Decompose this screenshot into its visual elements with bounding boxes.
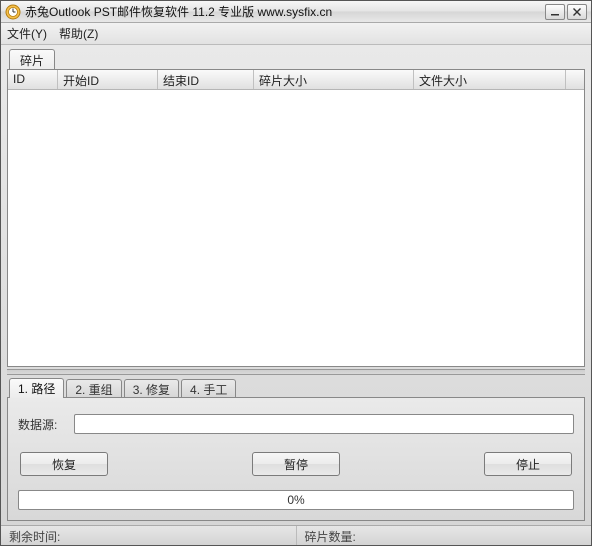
menu-bar: 文件(Y) 帮助(Z) xyxy=(1,23,591,45)
source-label: 数据源: xyxy=(18,416,68,433)
col-scroll-spacer xyxy=(566,70,584,89)
tab-path[interactable]: 1. 路径 xyxy=(9,378,64,398)
title-buttons xyxy=(545,4,587,20)
stop-button[interactable]: 停止 xyxy=(484,452,572,476)
fragments-panel: ID 开始ID 结束ID 碎片大小 文件大小 xyxy=(7,69,585,367)
source-input[interactable] xyxy=(74,414,574,434)
menu-file[interactable]: 文件(Y) xyxy=(7,25,47,42)
status-bar: 剩余时间: 碎片数量: xyxy=(1,525,591,545)
menu-help[interactable]: 帮助(Z) xyxy=(59,25,98,42)
tab-manual[interactable]: 4. 手工 xyxy=(181,379,236,397)
tab-regroup[interactable]: 2. 重组 xyxy=(66,379,121,397)
col-end-id[interactable]: 结束ID xyxy=(158,70,254,89)
source-row: 数据源: xyxy=(18,414,574,434)
path-panel: 数据源: 恢复 暂停 停止 0% xyxy=(7,397,585,521)
col-file-size[interactable]: 文件大小 xyxy=(414,70,566,89)
app-window: 赤兔Outlook PST邮件恢复软件 11.2 专业版 www.sysfix.… xyxy=(0,0,592,546)
top-tabstrip: 碎片 xyxy=(7,49,585,69)
status-remaining: 剩余时间: xyxy=(1,526,297,545)
action-buttons: 恢复 暂停 停止 xyxy=(18,448,574,476)
status-frag-count: 碎片数量: xyxy=(297,526,592,545)
title-bar: 赤兔Outlook PST邮件恢复软件 11.2 专业版 www.sysfix.… xyxy=(1,1,591,23)
table-body[interactable] xyxy=(8,90,584,366)
tab-fragments[interactable]: 碎片 xyxy=(9,49,55,69)
client-area: 碎片 ID 开始ID 结束ID 碎片大小 文件大小 1. 路径 2. 重组 3.… xyxy=(1,45,591,525)
splitter[interactable] xyxy=(7,369,585,375)
col-start-id[interactable]: 开始ID xyxy=(58,70,158,89)
col-frag-size[interactable]: 碎片大小 xyxy=(254,70,414,89)
progress-text: 0% xyxy=(287,493,304,507)
close-button[interactable] xyxy=(567,4,587,20)
tab-repair[interactable]: 3. 修复 xyxy=(124,379,179,397)
title-text: 赤兔Outlook PST邮件恢复软件 11.2 专业版 www.sysfix.… xyxy=(25,3,545,20)
table-header: ID 开始ID 结束ID 碎片大小 文件大小 xyxy=(8,70,584,90)
minimize-button[interactable] xyxy=(545,4,565,20)
col-id[interactable]: ID xyxy=(8,70,58,89)
app-icon xyxy=(5,4,21,20)
pause-button[interactable]: 暂停 xyxy=(252,452,340,476)
progress-bar: 0% xyxy=(18,490,574,510)
recover-button[interactable]: 恢复 xyxy=(20,452,108,476)
bottom-tabstrip: 1. 路径 2. 重组 3. 修复 4. 手工 xyxy=(7,377,585,397)
